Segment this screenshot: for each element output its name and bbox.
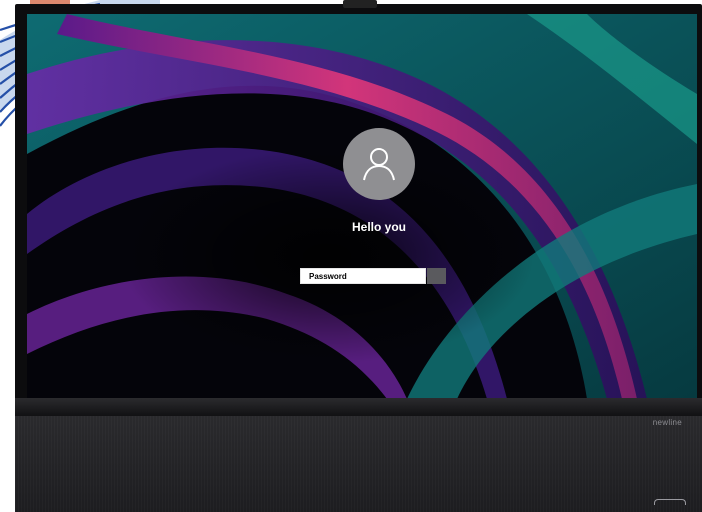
password-input[interactable]: [300, 268, 426, 284]
password-row: [300, 268, 446, 284]
monitor-bezel: Hello you: [15, 4, 702, 410]
user-avatar: [343, 128, 415, 200]
monitor-bottom-bezel: [15, 398, 702, 416]
display-monitor: Hello you: [15, 0, 702, 512]
lock-screen: Hello you: [27, 14, 697, 399]
wallpaper-image: [27, 14, 697, 399]
user-silhouette-icon: [363, 148, 395, 181]
user-greeting: Hello you: [351, 220, 406, 234]
submit-button[interactable]: [427, 268, 446, 284]
brand-logo: newline: [652, 418, 682, 427]
webcam: [343, 0, 377, 8]
power-button[interactable]: [654, 499, 686, 505]
speaker-bar: [15, 416, 702, 512]
